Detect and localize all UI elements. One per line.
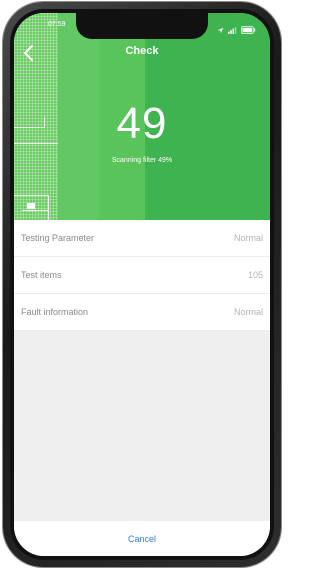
cancel-button[interactable]: Cancel xyxy=(128,534,156,544)
page-title: Check xyxy=(125,45,159,57)
phone-frame: 07:59 Check 49 Scanning filter 49% Testi… xyxy=(3,2,281,567)
check-results-list: Testing Parameter Normal Test items 105 … xyxy=(14,220,270,331)
grid-block xyxy=(27,203,35,209)
list-item: Testing Parameter Normal xyxy=(14,220,270,257)
list-item-value: 105 xyxy=(247,270,263,280)
scan-status-text: Scanning filter 49% xyxy=(111,157,173,164)
footer-bar: Cancel xyxy=(14,521,270,556)
list-item-value: Normal xyxy=(233,233,263,243)
list-item-label: Testing Parameter xyxy=(21,233,95,243)
status-time: 07:59 xyxy=(48,21,66,28)
chevron-left-icon[interactable] xyxy=(22,44,36,62)
status-icons xyxy=(217,21,256,39)
scan-header: 07:59 Check 49 Scanning filter 49% xyxy=(14,13,270,220)
list-item-label: Test items xyxy=(21,270,62,280)
signal-icon xyxy=(228,21,237,39)
location-arrow-icon xyxy=(217,21,224,39)
list-item-label: Fault information xyxy=(21,307,89,317)
battery-icon xyxy=(241,21,256,39)
list-item: Test items 105 xyxy=(14,257,270,294)
device-notch xyxy=(76,13,208,39)
phone-bezel: 07:59 Check 49 Scanning filter 49% Testi… xyxy=(10,9,274,560)
app-screen: 07:59 Check 49 Scanning filter 49% Testi… xyxy=(14,13,270,556)
list-item: Fault information Normal xyxy=(14,294,270,331)
grid-line xyxy=(22,210,48,211)
scan-percentage: 49 xyxy=(116,99,168,148)
list-item-value: Normal xyxy=(233,307,263,317)
grid-line xyxy=(14,195,48,196)
grid-line xyxy=(48,195,49,220)
